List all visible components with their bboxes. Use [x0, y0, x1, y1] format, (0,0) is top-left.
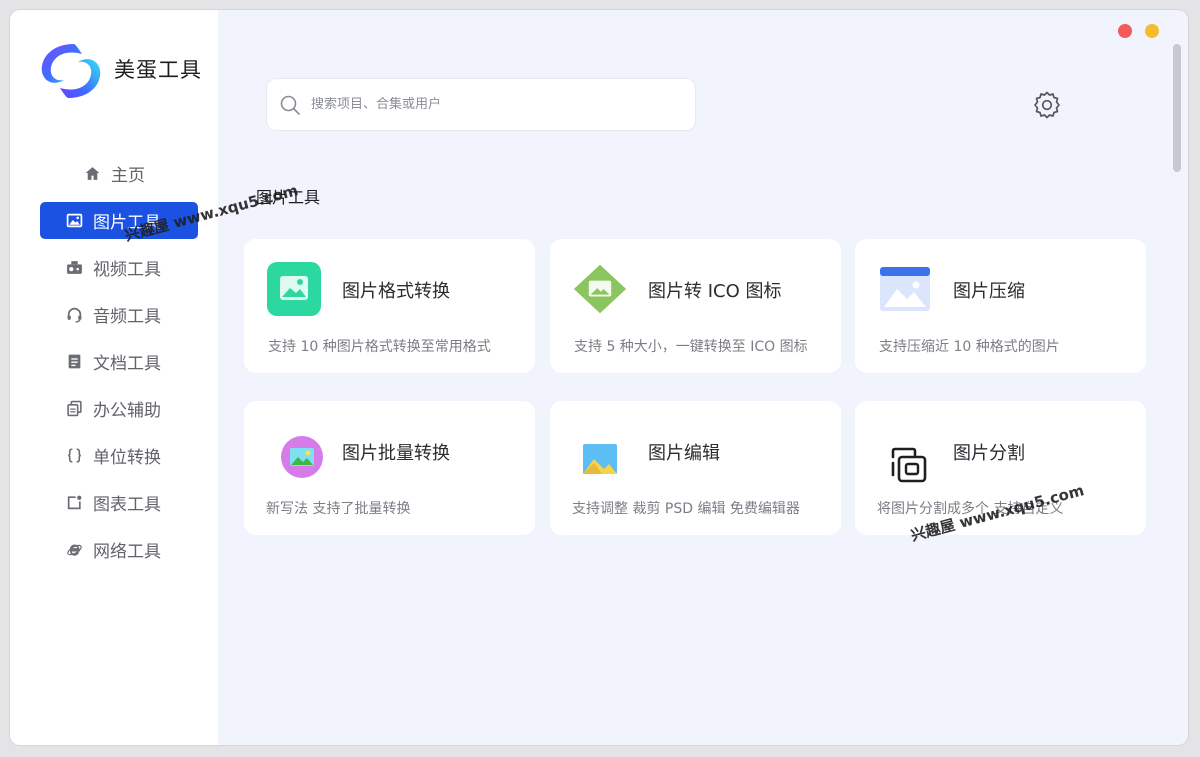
card-title: 图片压缩 [953, 281, 1025, 302]
card-description: 支持 10 种图片格式转换至常用格式 [268, 339, 491, 355]
card-image-batch-convert[interactable]: 图片批量转换 新写法 支持了批量转换 [244, 401, 535, 535]
edit-image-icon [580, 439, 620, 479]
blue-image-icon [877, 261, 933, 317]
card-title: 图片编辑 [648, 443, 720, 464]
split-icon [889, 445, 931, 487]
sidebar-item-audio-tools[interactable]: 音频工具 [40, 296, 198, 333]
card-description: 新写法 支持了批量转换 [266, 501, 411, 517]
sidebar-item-video-tools[interactable]: 视频工具 [40, 249, 198, 286]
headphones-icon [66, 306, 83, 323]
search-box [266, 78, 696, 131]
window-close-button[interactable] [1118, 24, 1132, 38]
sidebar-item-document-tools[interactable]: 文档工具 [40, 343, 198, 380]
card-image-format-convert[interactable]: 图片格式转换 支持 10 种图片格式转换至常用格式 [244, 239, 535, 373]
sidebar-item-home[interactable]: 主页 [40, 155, 198, 192]
sidebar-item-office-assist[interactable]: 办公辅助 [40, 390, 198, 427]
sidebar-item-network-tools[interactable]: 网络工具 [40, 531, 198, 568]
card-title: 图片分割 [953, 443, 1025, 464]
app-logo [41, 44, 101, 98]
card-title: 图片批量转换 [342, 443, 450, 464]
sidebar-item-label: 视频工具 [93, 260, 161, 280]
card-description: 支持 5 种大小，一键转换至 ICO 图标 [574, 339, 808, 355]
copy-icon [66, 400, 83, 417]
green-image-icon [266, 261, 322, 317]
card-image-to-ico[interactable]: 图片转 ICO 图标 支持 5 种大小，一键转换至 ICO 图标 [550, 239, 841, 373]
sidebar-item-label: 文档工具 [93, 354, 161, 374]
scrollbar[interactable] [1173, 44, 1181, 172]
window-minimize-button[interactable] [1145, 24, 1159, 38]
card-description: 支持压缩近 10 种格式的图片 [879, 339, 1060, 355]
sidebar-item-label: 单位转换 [93, 448, 161, 468]
ie-icon [66, 541, 83, 558]
app-window: 美蛋工具 主页 图片工具 视频工具 音频工具 文档工具 办公辅助 单位转换 图表… [10, 10, 1188, 745]
search-icon [280, 95, 300, 115]
card-title: 图片转 ICO 图标 [648, 281, 782, 302]
sidebar-item-label: 办公辅助 [93, 401, 161, 421]
document-icon [66, 353, 83, 370]
home-icon [84, 165, 101, 182]
batch-image-icon [280, 435, 324, 479]
settings-gear-icon[interactable] [1032, 90, 1062, 120]
image-icon [66, 212, 83, 229]
card-title: 图片格式转换 [342, 281, 450, 302]
sidebar-item-label: 音频工具 [93, 307, 161, 327]
card-image-edit[interactable]: 图片编辑 支持调整 裁剪 PSD 编辑 免费编辑器 [550, 401, 841, 535]
sidebar-item-unit-convert[interactable]: 单位转换 [40, 437, 198, 474]
sidebar-item-chart-tools[interactable]: 图表工具 [40, 484, 198, 521]
braces-icon [66, 447, 83, 464]
card-image-compress[interactable]: 图片压缩 支持压缩近 10 种格式的图片 [855, 239, 1146, 373]
card-description: 支持调整 裁剪 PSD 编辑 免费编辑器 [572, 501, 800, 517]
app-name: 美蛋工具 [114, 58, 202, 82]
sidebar-item-label: 图表工具 [93, 495, 161, 515]
sidebar-item-label: 网络工具 [93, 542, 161, 562]
sidebar: 美蛋工具 主页 图片工具 视频工具 音频工具 文档工具 办公辅助 单位转换 图表… [10, 10, 218, 745]
sidebar-item-label: 主页 [111, 166, 145, 186]
search-input[interactable] [311, 97, 671, 112]
chart-icon [66, 494, 83, 511]
diamond-image-icon [572, 261, 628, 317]
video-icon [66, 259, 83, 276]
